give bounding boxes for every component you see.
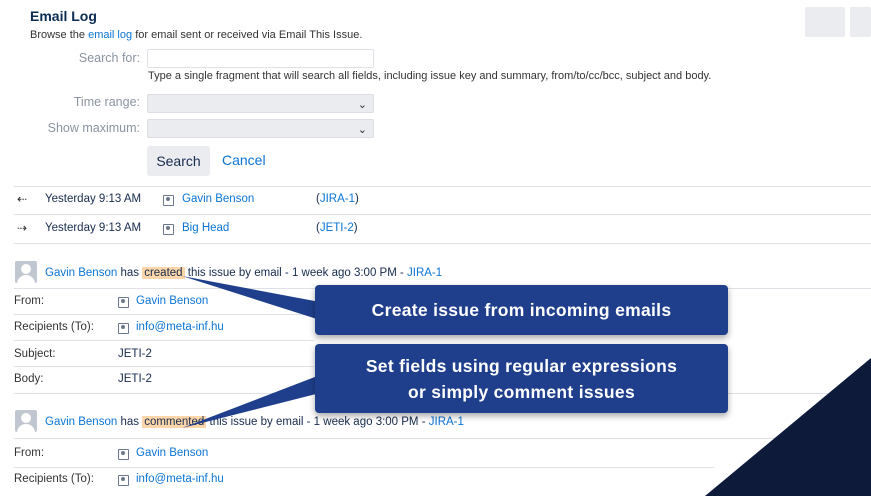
callout-set-fields: Set fields using regular expressions or … [315, 344, 728, 413]
callout-line-2: or simply comment issues [407, 381, 635, 402]
callout-pointers [182, 276, 320, 428]
callout-line-1: Set fields using regular expressions [365, 355, 678, 376]
callout-create-issue: Create issue from incoming emails [315, 285, 728, 335]
